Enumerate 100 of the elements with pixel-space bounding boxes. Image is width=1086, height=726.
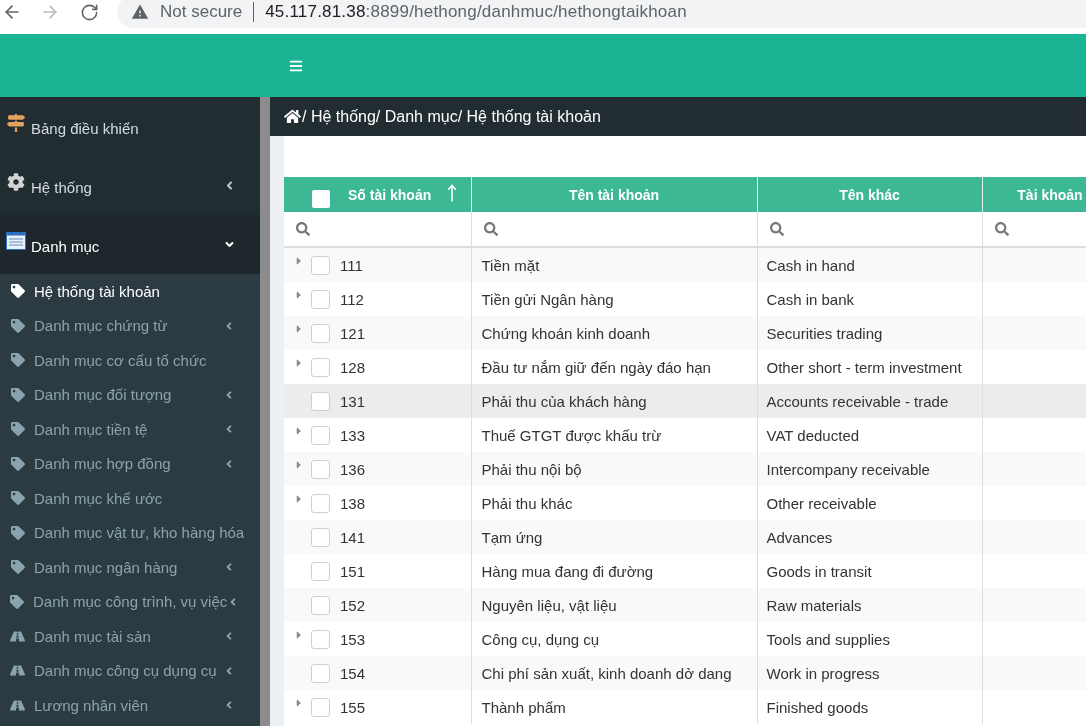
account-number: 152 [340, 596, 366, 614]
row-checkbox[interactable] [311, 323, 330, 343]
table-row[interactable]: 152 Nguyên liệu, vật liệu Raw materials [284, 588, 1086, 622]
row-checkbox[interactable] [311, 629, 330, 649]
other-name: Finished goods [766, 698, 869, 716]
account-number: 133 [340, 426, 366, 444]
url-text[interactable]: 45.117.81.38:8899/hethong/danhmuc/hethongtaikhoan [265, 2, 687, 22]
other-name: Advances [766, 528, 833, 546]
account-number: 155 [340, 698, 366, 716]
account-name: Chứng khoán kinh doanh [481, 324, 650, 342]
list-window-icon [6, 231, 26, 250]
sidebar-item[interactable]: Danh mục [0, 215, 260, 274]
account-number: 153 [340, 630, 366, 648]
tag-icon [10, 525, 25, 540]
tag-icon [10, 456, 25, 471]
row-checkbox[interactable] [311, 459, 330, 479]
account-name: Công cụ, dụng cụ [481, 630, 600, 648]
table-row[interactable]: 136 Phải thu nội bộ Intercompany receivable [284, 452, 1086, 486]
table-row[interactable]: 155 Thành phẩm Finished goods [284, 690, 1086, 724]
table-row[interactable]: 121 Chứng khoán kinh doanh Securities trading [284, 316, 1086, 350]
table-row[interactable]: 153 Công cụ, dụng cụ Tools and supplies [284, 622, 1086, 656]
table-row[interactable]: 131 Phải thu của khách hàng Accounts receivable - trade [284, 384, 1086, 418]
tag-icon [10, 284, 25, 299]
other-name: Intercompany receivable [766, 460, 930, 478]
tag-icon [10, 560, 25, 575]
table-row[interactable]: 151 Hàng mua đang đi đường Goods in transit [284, 554, 1086, 588]
other-name: Cash in hand [766, 256, 855, 274]
row-checkbox[interactable] [311, 663, 330, 683]
row-checkbox[interactable] [311, 357, 330, 377]
search-icon [994, 222, 1009, 236]
address-bar[interactable]: Not secure 45.117.81.38:8899/hethong/danhmuc/hethongtaikhoan [117, 0, 1086, 28]
account-number: 151 [340, 562, 366, 580]
submenu-item[interactable]: Danh mục tiền tệ [0, 412, 260, 447]
submenu-item[interactable]: Hệ thống tài khoản [0, 274, 260, 309]
account-number: 154 [340, 664, 366, 682]
account-name: Tiền mặt [481, 256, 540, 274]
account-name: Tiền gửi Ngân hàng [481, 290, 614, 308]
scrollbar[interactable] [260, 97, 270, 726]
submenu-item[interactable]: Danh mục ngân hàng [0, 550, 260, 585]
sidebar-item[interactable]: Hệ thống [0, 156, 260, 215]
account-number: 121 [340, 324, 366, 342]
sidebar-item[interactable]: Bảng điều khiển [0, 97, 260, 156]
row-checkbox[interactable] [311, 595, 330, 615]
search-icon [483, 222, 498, 236]
account-name: Đầu tư nắm giữ đến ngày đáo hạn [481, 358, 711, 376]
submenu-item[interactable]: Danh mục tài sản [0, 619, 260, 654]
tag-icon [10, 353, 25, 368]
account-number: 141 [340, 528, 366, 546]
tag-icon [10, 422, 25, 437]
account-number: 128 [340, 358, 366, 376]
submenu-item[interactable]: Lương nhân viên [0, 688, 260, 723]
row-checkbox[interactable] [311, 425, 330, 445]
submenu-item[interactable]: Danh mục đối tượng [0, 377, 260, 412]
account-name: Phải thu nội bộ [481, 460, 582, 478]
other-name: VAT deducted [766, 426, 860, 444]
gear-icon [7, 172, 25, 191]
warning-icon[interactable] [131, 3, 149, 21]
submenu-item[interactable]: Danh mục cơ cấu tổ chức [0, 343, 260, 378]
select-all-checkbox[interactable] [312, 190, 330, 208]
submenu-item[interactable]: Danh mục hợp đồng [0, 446, 260, 481]
signpost-icon [7, 113, 25, 132]
row-checkbox[interactable] [311, 255, 330, 275]
table-row[interactable]: 141 Tạm ứng Advances [284, 520, 1086, 554]
account-number: 112 [340, 290, 364, 308]
account-name: Phải thu khác [481, 494, 573, 512]
row-checkbox[interactable] [311, 527, 330, 547]
account-name: Phải thu của khách hàng [481, 392, 647, 410]
submenu-item[interactable]: Danh mục công trình, vụ việc [0, 584, 260, 619]
table-row[interactable]: 154 Chi phí sản xuất, kinh doanh dở dang Work in progress [284, 656, 1086, 690]
submenu-item[interactable]: Danh mục công cụ dụng cụ [0, 653, 260, 688]
account-name: Chi phí sản xuất, kinh doanh dở dang [481, 664, 732, 682]
home-icon[interactable] [284, 108, 301, 125]
row-checkbox[interactable] [311, 493, 330, 513]
table-row[interactable]: 128 Đầu tư nắm giữ đến ngày đáo hạn Other short - term investment [284, 350, 1086, 384]
account-number: 131 [340, 392, 366, 410]
row-checkbox[interactable] [311, 561, 330, 581]
table-row[interactable]: 138 Phải thu khác Other receivable [284, 486, 1086, 520]
menu-icon[interactable] [289, 58, 303, 73]
breadcrumb-text: / Hệ thống/ Danh mục/ Hệ thống tài khoản [302, 107, 601, 126]
sort-arrow-icon[interactable] [447, 183, 458, 202]
submenu-item[interactable]: Danh mục khế ước [0, 481, 260, 516]
row-checkbox[interactable] [311, 391, 330, 411]
row-checkbox[interactable] [311, 697, 330, 717]
row-checkbox[interactable] [311, 289, 330, 309]
reload-icon[interactable] [80, 2, 99, 22]
table-row[interactable]: 133 Thuế GTGT được khấu trừ VAT deducted [284, 418, 1086, 452]
submenu-item[interactable]: Danh mục chứng từ [0, 308, 260, 343]
road-icon [10, 663, 25, 679]
table-row[interactable]: 111 Tiền mặt Cash in hand [284, 247, 1086, 282]
account-name: Tạm ứng [481, 528, 543, 546]
account-number: 138 [340, 494, 366, 512]
other-name: Raw materials [766, 596, 862, 614]
table-row[interactable]: 112 Tiền gửi Ngân hàng Cash in bank [284, 282, 1086, 316]
tag-icon [10, 491, 25, 506]
tag-icon [10, 387, 25, 402]
other-name: Other short - term investment [766, 358, 962, 376]
security-label[interactable]: Not secure [160, 2, 243, 22]
submenu-item[interactable]: Danh mục vật tư, kho hàng hóa [0, 515, 260, 550]
other-name: Tools and supplies [766, 630, 890, 648]
account-name: Hàng mua đang đi đường [481, 562, 654, 580]
